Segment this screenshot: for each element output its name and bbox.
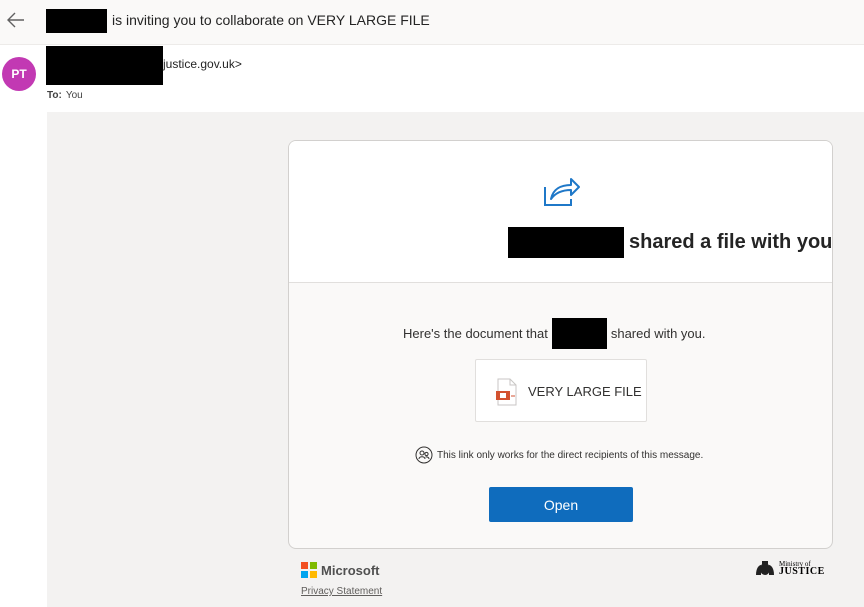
back-arrow-icon[interactable] <box>4 8 28 32</box>
document-line: Here's the document that shared with you. <box>403 318 706 349</box>
share-card-header: shared a file with you <box>289 141 832 283</box>
shared-heading-text: shared a file with you <box>629 231 833 253</box>
link-restriction-note: This link only works for the direct reci… <box>415 446 703 464</box>
people-icon <box>415 446 433 464</box>
email-subject: is inviting you to collaborate on VERY L… <box>112 12 430 28</box>
open-button[interactable]: Open <box>489 487 633 522</box>
file-attachment[interactable]: VERY LARGE FILE <box>475 359 647 422</box>
powerpoint-file-icon <box>496 378 517 406</box>
message-header: is inviting you to collaborate on VERY L… <box>0 0 864 45</box>
privacy-statement-link[interactable]: Privacy Statement <box>301 586 382 597</box>
share-arrow-icon <box>544 178 580 206</box>
file-name: VERY LARGE FILE <box>528 384 642 399</box>
sender-avatar[interactable]: PT <box>2 57 36 91</box>
redacted-sender-email <box>46 46 163 85</box>
microsoft-label: Microsoft <box>321 562 380 578</box>
microsoft-grid-icon <box>301 562 317 578</box>
to-label: To: <box>47 90 62 101</box>
to-value: You <box>65 90 83 101</box>
redacted-sharer-inline <box>551 318 607 349</box>
moj-line2: JUSTICE <box>779 566 825 577</box>
ministry-of-justice-logo: Ministry of JUSTICE <box>754 560 825 577</box>
sender-email-domain: justice.gov.uk> <box>163 57 242 71</box>
document-line-prefix: Here's the document that <box>403 326 548 341</box>
microsoft-logo: Microsoft <box>301 562 380 578</box>
redacted-sender-name <box>46 9 107 33</box>
link-note-text: This link only works for the direct reci… <box>437 449 704 461</box>
share-card: shared a file with you Here's the docume… <box>288 140 833 549</box>
document-line-suffix: shared with you. <box>610 326 706 341</box>
redacted-sharer-name <box>508 227 624 258</box>
royal-crest-icon <box>756 561 774 575</box>
recipients-line: To: You <box>47 90 83 101</box>
shared-heading: shared a file with you <box>508 227 832 258</box>
